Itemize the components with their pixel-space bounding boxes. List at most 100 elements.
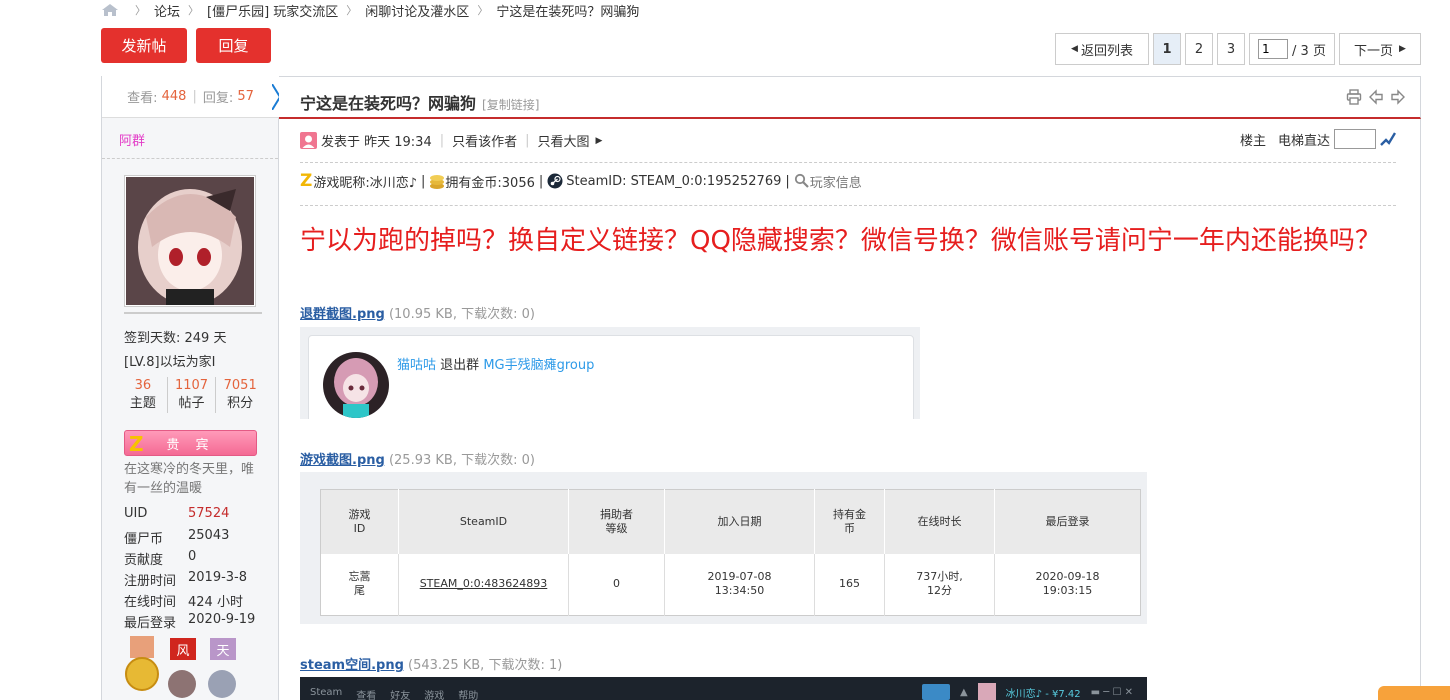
- game-info: Z 游戏昵称:冰川恋♪ | 拥有金币:3056 | SteamID: STEAM…: [300, 171, 862, 191]
- attachment-link[interactable]: 退群截图.png: [300, 307, 385, 322]
- next-page-label: 下一页: [1354, 43, 1394, 59]
- window-controls-icon: ▬ ─ ☐ ✕: [1090, 686, 1133, 698]
- home-icon[interactable]: [101, 3, 119, 17]
- chat-card: 猫咕咕 退出群 MG手残脑瘫group: [308, 335, 914, 419]
- user-level[interactable]: [LV.8]以坛为家I: [124, 351, 215, 370]
- user-counts: 36 主题 1107 帖子 7051 积分: [119, 377, 264, 413]
- feedback-tab[interactable]: [1378, 686, 1450, 700]
- online-user-icon: [300, 132, 317, 149]
- floor-label: 楼主: [1239, 133, 1266, 149]
- next-thread-icon[interactable]: [1390, 89, 1406, 105]
- table-header: 在线时长: [884, 489, 995, 554]
- field-key: UID: [124, 506, 148, 521]
- svg-text:风: 风: [176, 644, 189, 659]
- attachment-link[interactable]: steam空间.png: [300, 658, 404, 673]
- attachment-info: (543.25 KB, 下载次数: 1): [408, 658, 563, 673]
- medal-icon[interactable]: 风: [168, 638, 196, 698]
- next-page-button[interactable]: 下一页 ▶: [1339, 33, 1421, 65]
- table-row: 忘蒿 尾 STEAM_0:0:483624893 0 2019-07-08 13…: [321, 553, 1141, 616]
- field-value: 0: [188, 549, 197, 564]
- stats-divider: |: [192, 89, 197, 104]
- attachment-image-game-table[interactable]: 游戏 ID SteamID 捐助者 等级 加入日期 持有金 币 在线时长 最后登…: [300, 472, 1147, 624]
- back-to-list-button[interactable]: ◀ 返回列表: [1055, 33, 1149, 65]
- post-time: 发表于 昨天 19:34: [321, 135, 432, 150]
- field-value[interactable]: 57524: [188, 506, 229, 521]
- medal-icon[interactable]: [125, 636, 159, 691]
- count-label: 积分: [227, 396, 254, 411]
- steam-user-bar: ▲ 冰川恋♪ - ¥7.42 ▬ ─ ☐ ✕: [921, 683, 1133, 700]
- table-cell: 0: [568, 553, 665, 616]
- vip-badge: Z 贵 宾: [124, 430, 257, 456]
- count-posts[interactable]: 1107 帖子: [166, 377, 216, 413]
- count-label: 帖子: [178, 396, 205, 411]
- field-value: 424 小时: [188, 595, 243, 610]
- field-register: 注册时间 2019-3-8: [124, 570, 274, 589]
- only-big-image-link[interactable]: 只看大图: [538, 131, 590, 150]
- player-info-link[interactable]: 玩家信息: [810, 172, 862, 191]
- new-post-button[interactable]: 发新帖: [101, 28, 187, 63]
- replies-count: 57: [237, 89, 254, 104]
- jump-go-icon[interactable]: [1380, 131, 1396, 147]
- page-jump-input[interactable]: [1258, 39, 1289, 59]
- post-meta-right: 楼主 电梯直达: [1240, 129, 1396, 149]
- avatar[interactable]: [124, 175, 256, 307]
- breadcrumb-separator: 〉: [135, 4, 146, 17]
- floor-jump-input[interactable]: [1334, 129, 1376, 149]
- table-cell: 忘蒿 尾: [348, 570, 371, 598]
- count-label: 主题: [129, 396, 156, 411]
- author-sidebar: 查看: 448 | 回复: 57 阿群 签到天数: 249 天 [LV.8]以坛…: [101, 76, 282, 700]
- count-value: 36: [134, 378, 152, 393]
- chat-avatar-image: [323, 352, 389, 418]
- field-coins: 僵尸币 25043: [124, 528, 274, 547]
- page-jump: / 3 页: [1249, 33, 1335, 65]
- copy-link[interactable]: [复制链接]: [482, 98, 539, 112]
- author-name[interactable]: 阿群: [119, 130, 145, 149]
- table-cell: 2020-09-18 19:03:15: [994, 553, 1141, 616]
- medal-icon[interactable]: 天: [208, 638, 236, 698]
- field-uid: UID 57524: [124, 506, 274, 521]
- previous-thread-icon[interactable]: [1368, 89, 1384, 105]
- attachment-image-group-exit[interactable]: 猫咕咕 退出群 MG手残脑瘫group: [300, 327, 920, 419]
- divider: [300, 205, 1396, 206]
- field-key: 在线时间: [124, 595, 177, 610]
- count-threads[interactable]: 36 主题: [119, 377, 167, 413]
- print-icon[interactable]: [1346, 89, 1362, 105]
- attachment-title: steam空间.png (543.25 KB, 下载次数: 1): [300, 654, 562, 673]
- count-value: 1107: [174, 378, 209, 393]
- attachment-link[interactable]: 游戏截图.png: [300, 453, 385, 468]
- field-key: 僵尸币: [124, 532, 164, 547]
- count-points[interactable]: 7051 积分: [215, 377, 264, 413]
- meta-divider: |: [439, 133, 445, 148]
- field-last-login: 最后登录 2020-9-19: [124, 612, 274, 631]
- page-2-button[interactable]: 2: [1185, 33, 1213, 65]
- field-value: 2020-9-19: [188, 612, 256, 627]
- attachment-info: (25.93 KB, 下载次数: 0): [388, 453, 535, 468]
- game-nickname: 游戏昵称:冰川恋♪: [313, 175, 418, 191]
- breadcrumb-zone[interactable]: [僵尸乐园] 玩家交流区: [207, 1, 338, 20]
- breadcrumb-forum[interactable]: 论坛: [154, 1, 180, 20]
- coin-stack-icon: [430, 174, 445, 189]
- views-label: 查看:: [127, 91, 158, 106]
- caret-right-icon: ▶: [1399, 44, 1406, 54]
- post-content: 宁以为跑的掉吗？换自定义链接？QQ隐藏搜索？微信号换？微信账号请问宁一年内还能换…: [300, 226, 1381, 256]
- divider: [300, 162, 1396, 163]
- reply-button[interactable]: 回复: [196, 28, 271, 63]
- steam-menu-item: 帮助: [458, 691, 479, 700]
- field-key: 注册时间: [124, 574, 177, 589]
- steam-username: 冰川恋♪ - ¥7.42: [1005, 688, 1081, 700]
- game-stats-table: 游戏 ID SteamID 捐助者 等级 加入日期 持有金 币 在线时长 最后登…: [320, 489, 1141, 616]
- breadcrumb-board[interactable]: 闲聊讨论及灌水区: [365, 1, 469, 20]
- page-1-button[interactable]: 1: [1153, 33, 1181, 65]
- only-author-link[interactable]: 只看该作者: [452, 131, 517, 150]
- breadcrumb: 〉 论坛 〉 [僵尸乐园] 玩家交流区 〉 闲聊讨论及灌水区 〉 宁这是在装死吗…: [101, 0, 639, 20]
- page-3-button[interactable]: 3: [1217, 33, 1245, 65]
- breadcrumb-separator: 〉: [188, 4, 200, 17]
- table-header: 持有金 币: [814, 489, 885, 554]
- caret-left-icon: ◀: [1071, 44, 1078, 54]
- replies-label: 回复:: [202, 91, 234, 106]
- attachment-image-steam[interactable]: Steam 查看 好友 游戏 帮助 ▲ 冰川恋♪ - ¥7.42 ▬ ─ ☐ ✕: [300, 677, 1147, 700]
- breadcrumb-thread[interactable]: 宁这是在装死吗？网骗狗: [496, 1, 639, 20]
- attachment-info: (10.95 KB, 下载次数: 0): [388, 307, 535, 322]
- svg-text:天: 天: [216, 644, 229, 659]
- table-header: 最后登录: [994, 489, 1141, 554]
